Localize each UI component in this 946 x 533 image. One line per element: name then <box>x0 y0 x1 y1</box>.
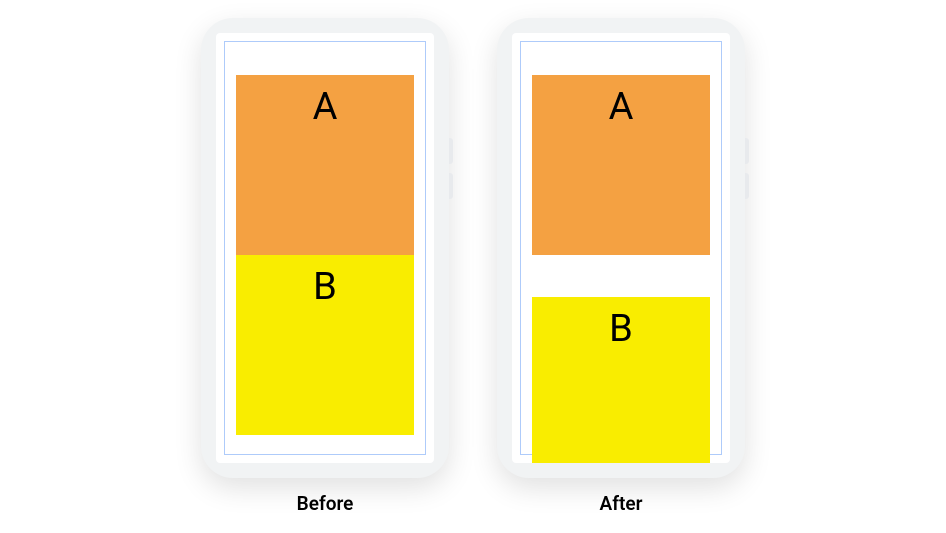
phone-screen-after: A B <box>512 33 730 463</box>
phone-before-column: A B Before <box>201 18 449 515</box>
phone-frame-after: A B <box>497 18 745 478</box>
box-a-label: A <box>313 85 338 255</box>
caption-before: Before <box>297 492 354 515</box>
box-b-before: B <box>236 255 414 435</box>
phone-after-column: A B After <box>497 18 745 515</box>
box-a-label: A <box>609 85 634 255</box>
box-b-label: B <box>313 265 337 435</box>
box-b-after: B <box>532 297 710 463</box>
phone-side-button <box>745 173 749 199</box>
phone-side-button <box>449 173 453 199</box>
caption-after: After <box>600 492 643 515</box>
phone-side-button <box>745 138 749 164</box>
box-b-label: B <box>609 307 633 463</box>
box-a-after: A <box>532 75 710 255</box>
phone-side-button <box>449 138 453 164</box>
phone-screen-before: A B <box>216 33 434 463</box>
box-a-before: A <box>236 75 414 255</box>
phone-frame-before: A B <box>201 18 449 478</box>
